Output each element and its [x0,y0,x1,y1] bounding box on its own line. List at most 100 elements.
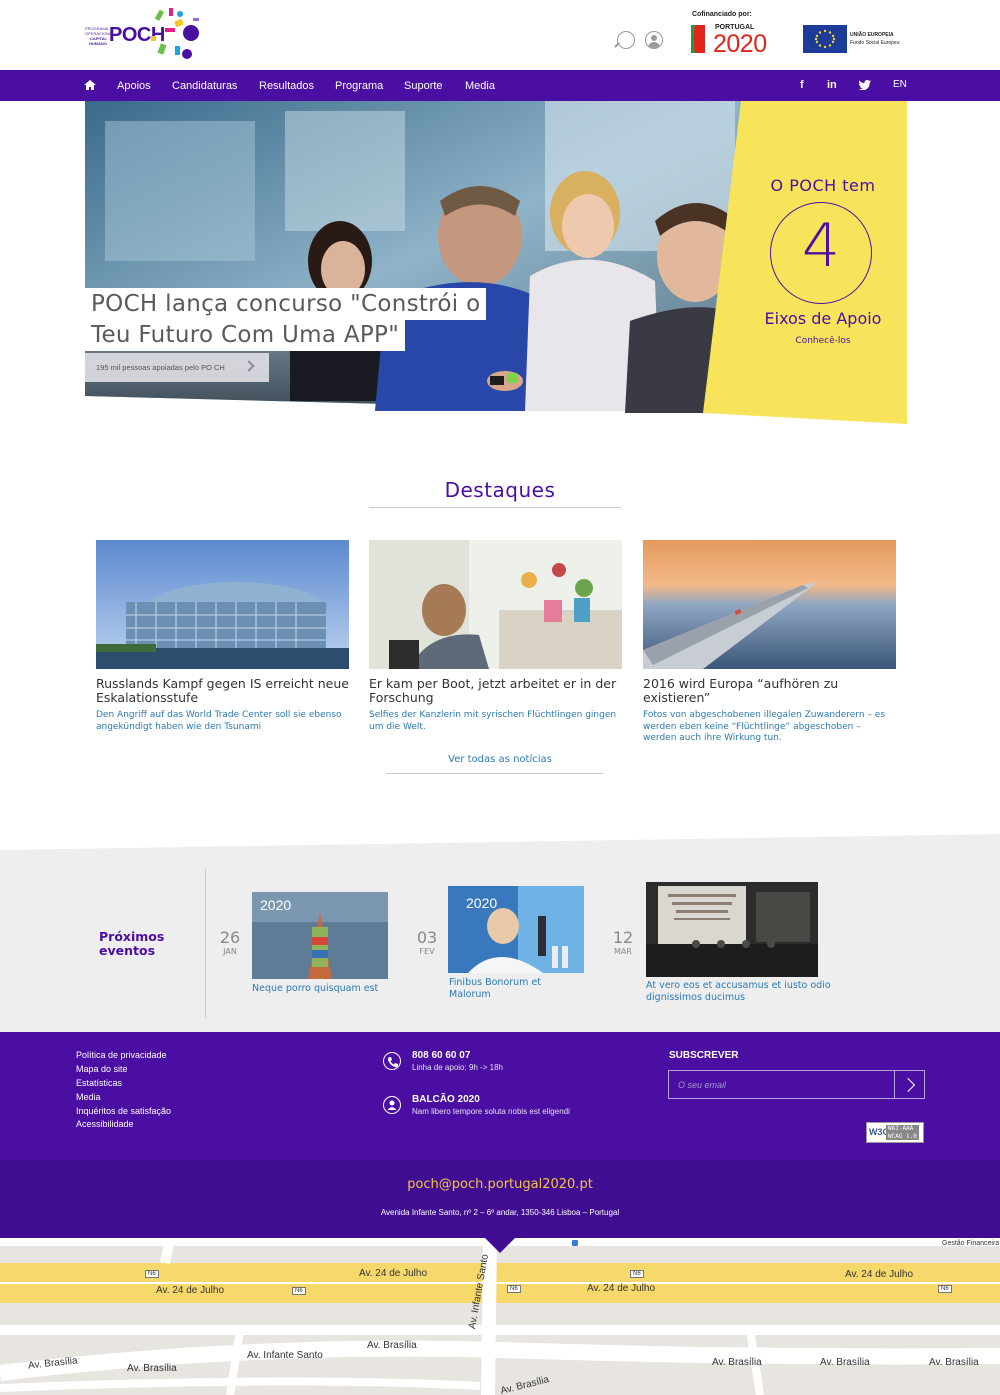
road-code: N6 [145,1270,159,1278]
map-label: Av. Brasília [367,1340,417,1351]
eu-flag-icon [803,25,847,53]
logo-subtitle: PROGRAMA OPERACIONAL CAPITAL HUMANO [85,26,114,46]
road-code: N6 [292,1287,306,1295]
map-label: Gestão Financeira [942,1240,1000,1247]
language-switch[interactable]: EN [893,79,907,90]
map-label: Av. Infante Santo [247,1350,323,1361]
subscribe-title: SUBSCREVER [669,1050,739,1061]
balcao-desc: Nam libero tempore soluta nobis est elig… [412,1107,570,1116]
logo-graphic [151,8,199,59]
person-icon [383,1096,401,1114]
subscribe-submit-button[interactable] [894,1070,925,1099]
stat-link[interactable]: Conhecê-los [740,336,906,346]
eu-label: UNIÃO EUROPEIA Fundo Social Europeu [850,32,900,46]
footer-link-media[interactable]: Media [76,1092,101,1102]
search-icon[interactable] [617,31,635,49]
balcao-title[interactable]: BALCÃO 2020 [412,1094,480,1105]
hero-banner: POCH lança concurso "Constrói o Teu Futu… [85,101,907,424]
site-header: PROGRAMA OPERACIONAL CAPITAL HUMANO POCH… [0,0,1000,70]
poch-logo[interactable]: PROGRAMA OPERACIONAL CAPITAL HUMANO POCH [85,8,210,64]
nav-item-apoios[interactable]: Apoios [117,80,151,92]
news-card-title[interactable]: 2016 wird Europa “aufhören zu existieren… [643,677,896,705]
destaques-title: Destaques [444,478,556,502]
map-label: Av. Brasília [127,1363,177,1374]
footer-link-sitemap[interactable]: Mapa do site [76,1064,128,1074]
road-code: N6 [507,1285,521,1293]
phone-hours: Linha de apoio: 9h -> 18h [412,1063,503,1072]
home-icon[interactable] [84,80,96,90]
nav-item-candidaturas[interactable]: Candidaturas [172,80,237,92]
news-image-airplane [643,540,896,669]
news-card-desc: Selfies der Kanzlerin mit syrischen Flüc… [369,710,617,732]
event-title[interactable]: At vero eos et accusamus et iusto odio d… [646,980,831,1003]
hero-title-line-1[interactable]: POCH lança concurso "Constrói o [85,288,487,320]
hero-cta-link[interactable]: 195 mil pessoas apoiadas pelo PO CH [85,353,269,382]
contact-email[interactable]: poch@poch.portugal2020.pt [0,1177,1000,1192]
footer-link-accessibility[interactable]: Acessibilidade [76,1119,134,1129]
news-card-title[interactable]: Russlands Kampf gegen IS erreicht neue E… [96,677,349,705]
map-label: Av. Brasília [820,1357,870,1368]
stat-number: 4 [801,211,841,281]
news-card-title[interactable]: Er kam per Boot, jetzt arbeitet er in de… [369,677,622,705]
footer-link-surveys[interactable]: Inquéritos de satisfação [76,1106,171,1116]
map-label: Av. 24 de Julho [156,1285,225,1296]
news-card-desc: Fotos von abgeschobenen illegalen Zuwand… [643,710,886,743]
main-nav: Apoios Candidaturas Resultados Programa … [0,70,1000,101]
user-icon[interactable] [645,31,663,49]
news-card-desc: Den Angriff auf das World Trade Center s… [96,710,342,732]
w3c-wai-badge[interactable]: W3C WAI-AAA WCAG 1.0 [866,1122,924,1143]
event-title[interactable]: Finibus Bonorum et Malorum [449,977,541,1000]
event-month: FEV [419,947,435,956]
cofinanciado-label: Cofinanciado por: [692,11,752,18]
hero-title-line-2[interactable]: Teu Futuro Com Uma APP" [85,319,406,351]
chevron-right-icon [243,360,255,372]
subscribe-email-input[interactable] [668,1070,895,1099]
contact-address: Avenida Infante Santo, nº 2 – 6º andar, … [380,1208,620,1217]
news-image-parliament [96,540,349,669]
map-label: Av. Brasília [929,1357,979,1368]
map-label: Av. 24 de Julho [845,1269,914,1280]
footer-link-stats[interactable]: Estatísticas [76,1078,122,1088]
event-image-conference[interactable] [646,882,818,977]
map-label: Av. 24 de Julho [587,1283,656,1294]
linkedin-icon[interactable]: in [827,79,837,91]
road-code: N6 [630,1270,644,1278]
news-card[interactable]: Russlands Kampf gegen IS erreicht neue E… [96,540,349,733]
event-day: 12 [612,928,634,947]
facebook-icon[interactable]: f [800,79,804,91]
all-news-link[interactable]: Ver todas as notícias [0,754,1000,765]
twitter-icon[interactable] [859,80,871,90]
map-label: Av. Brasília [712,1357,762,1368]
divider [369,507,621,508]
nav-item-media[interactable]: Media [465,80,495,92]
nav-item-resultados[interactable]: Resultados [259,80,314,92]
event-image-label: 2020 [260,897,291,913]
event-title[interactable]: Neque porro quisquam est [252,983,378,995]
event-image-ship[interactable]: 2020 [252,892,388,979]
footer-contact [0,1160,1000,1238]
events-heading: Próximos eventos [99,929,165,958]
event-month: MAR [614,947,632,956]
road-code: N6 [938,1285,952,1293]
portugal-flag-mark [691,25,705,53]
map-label: Av. 24 de Julho [359,1268,428,1279]
map-pin-pointer [485,1238,515,1253]
footer-link-privacy[interactable]: Política de privacidade [76,1050,167,1060]
location-map[interactable]: Av. 24 de Julho Av. 24 de Julho Av. 24 d… [0,1238,1000,1395]
phone-number[interactable]: 808 60 60 07 [412,1050,470,1061]
hero-cta-text: 195 mil pessoas apoiadas pelo PO CH [96,363,225,372]
news-card[interactable]: 2016 wird Europa “aufhören zu existieren… [643,540,896,745]
nav-item-programa[interactable]: Programa [335,80,383,92]
event-image-label: 2020 [466,895,497,911]
event-image-lab[interactable]: 2020 [448,886,584,973]
event-day: 26 [219,928,241,947]
nav-item-suporte[interactable]: Suporte [404,80,443,92]
stat-label: Eixos de Apoio [764,309,882,328]
stat-heading: O POCH tem [770,176,876,195]
event-month: JAN [223,947,237,956]
news-image-researcher [369,540,622,669]
divider [205,868,206,1018]
phone-icon [383,1052,401,1070]
news-card[interactable]: Er kam per Boot, jetzt arbeitet er in de… [369,540,622,733]
portugal-2020-logo[interactable]: PORTUGAL 2020 [691,22,791,58]
